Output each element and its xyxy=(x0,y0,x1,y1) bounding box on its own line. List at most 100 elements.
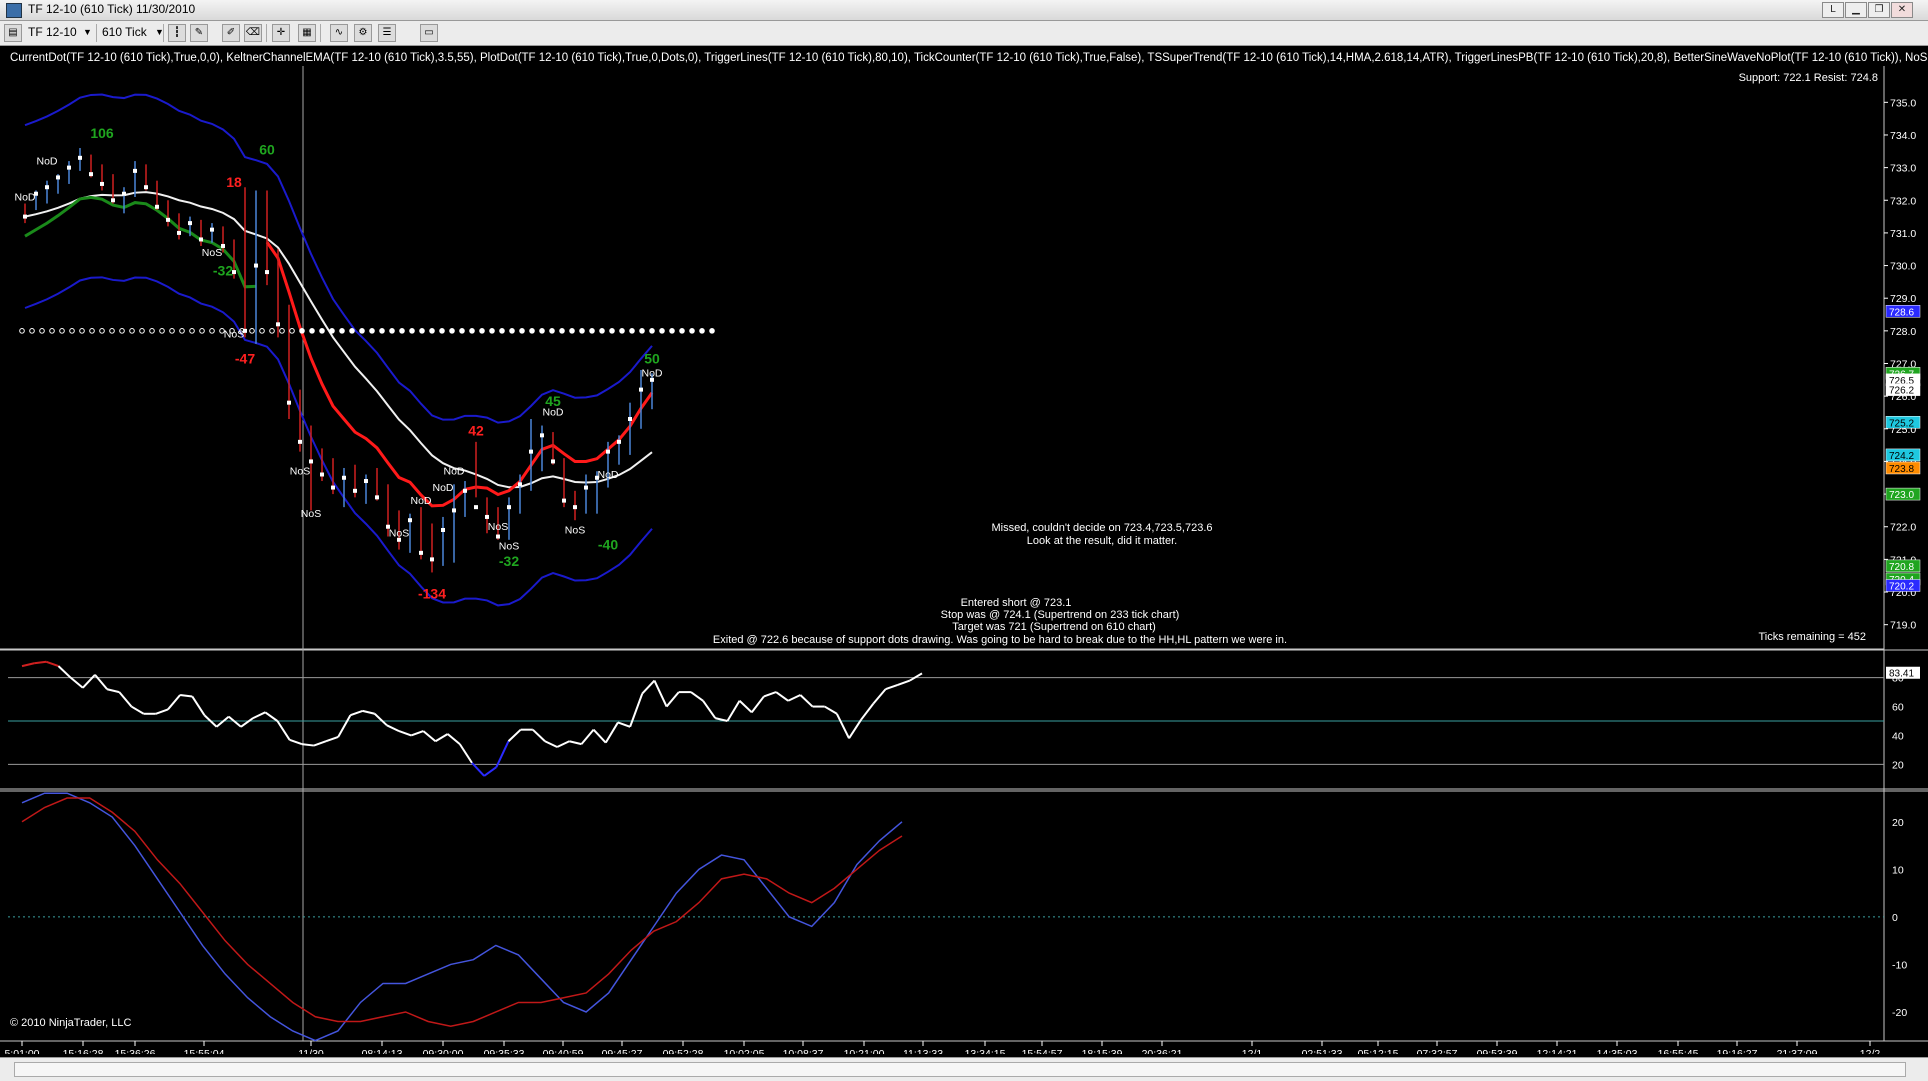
time-axis-label: 09:30:00 xyxy=(423,1048,464,1054)
note-trade-4: Exited @ 722.6 because of support dots d… xyxy=(713,634,1287,646)
strategies-icon[interactable]: ⚙ xyxy=(354,24,372,42)
support-dot xyxy=(559,328,565,334)
close-button[interactable]: ✕ xyxy=(1891,2,1913,18)
support-dot xyxy=(669,328,675,334)
close-marker xyxy=(496,534,500,539)
close-marker xyxy=(562,498,566,503)
support-dot xyxy=(629,328,635,334)
chart-annotation: NoD xyxy=(597,469,618,481)
chart-area[interactable]: 106 60 18 -32 -47 42 45 50 -134 -32 -40 NoD NoD NoS No… xyxy=(0,46,1928,1060)
price-axis-label: 733.0 xyxy=(1890,163,1916,175)
minimize-button[interactable]: ▁ xyxy=(1845,2,1867,18)
support-dot xyxy=(479,328,485,334)
chart-annotation: NoS xyxy=(565,524,585,536)
price-axis-label: 732.0 xyxy=(1890,195,1916,207)
time-axis-label: 12/2 xyxy=(1860,1048,1881,1054)
time-axis-label: 11:13:33 xyxy=(903,1048,943,1054)
time-axis-label: 15:36:26 xyxy=(115,1048,156,1054)
close-marker xyxy=(463,488,467,493)
close-marker xyxy=(320,472,324,477)
support-dot xyxy=(529,328,535,334)
time-axis-label: 16:55:45 xyxy=(1658,1048,1699,1054)
chart-annotation: -134 xyxy=(418,586,446,602)
crosshair-icon[interactable]: ✛ xyxy=(272,24,290,42)
support-dot xyxy=(679,328,685,334)
chart-menu-icon[interactable]: ▤ xyxy=(4,24,22,42)
time-axis-label: 10:08:37 xyxy=(783,1048,824,1054)
support-dot xyxy=(339,328,345,334)
scrollbar-thumb[interactable] xyxy=(14,1062,1906,1077)
bar-type-icon[interactable]: ┇ xyxy=(168,24,186,42)
interval-selector[interactable]: 610 Tick xyxy=(102,24,147,41)
time-axis-label: 09:35:33 xyxy=(484,1048,525,1054)
support-dot xyxy=(699,328,705,334)
time-axis-label: 15:55:04 xyxy=(184,1048,225,1054)
close-marker xyxy=(298,439,302,444)
note-missed-1: Missed, couldn't decide on 723.4,723.5,7… xyxy=(991,522,1212,534)
sine-axis-label: 20 xyxy=(1892,817,1904,829)
close-marker xyxy=(617,439,621,444)
chart-annotation: 60 xyxy=(259,142,275,158)
time-axis-label: 18:15:39 xyxy=(1082,1048,1123,1054)
trigger-axis-label: 40 xyxy=(1892,730,1904,742)
restore-small-icon[interactable]: L xyxy=(1822,2,1844,18)
close-marker xyxy=(342,475,346,480)
chart-annotation: NoS xyxy=(488,521,508,533)
chart-annotation: 42 xyxy=(468,422,484,438)
note-missed-2: Look at the result, did it matter. xyxy=(1027,535,1177,547)
data-box-icon[interactable]: ▦ xyxy=(298,24,316,42)
close-marker xyxy=(441,528,445,532)
support-dot xyxy=(329,328,335,334)
price-badge-label: 724.2 xyxy=(1889,451,1914,462)
note-trade-1: Entered short @ 723.1 xyxy=(961,597,1072,609)
close-marker xyxy=(166,217,170,222)
pencil-icon[interactable]: ✐ xyxy=(222,24,240,42)
close-marker xyxy=(518,482,522,487)
save-template-icon[interactable]: ▭ xyxy=(420,24,438,42)
properties-icon[interactable]: ☰ xyxy=(378,24,396,42)
chevron-down-icon[interactable]: ▼ xyxy=(83,24,92,41)
support-dot xyxy=(459,328,465,334)
time-axis-label: 14:35:03 xyxy=(1597,1048,1638,1054)
copyright-label: © 2010 NinjaTrader, LLC xyxy=(10,1017,131,1029)
close-marker xyxy=(45,185,49,190)
support-dot xyxy=(549,328,555,334)
chart-annotation: -32 xyxy=(213,262,233,278)
ticks-remaining-label: Ticks remaining = 452 xyxy=(1758,631,1866,643)
close-marker xyxy=(551,459,555,464)
price-badge-label: 723.8 xyxy=(1889,464,1914,475)
support-dot xyxy=(379,328,385,334)
close-marker xyxy=(89,172,93,177)
chart-annotation: -47 xyxy=(235,351,255,367)
support-dot xyxy=(689,328,695,334)
time-axis-label: 12/1 xyxy=(1242,1048,1263,1054)
chart-annotation: NoS xyxy=(301,508,321,520)
close-marker xyxy=(56,175,60,180)
close-marker xyxy=(639,387,643,392)
price-axis-label: 729.0 xyxy=(1890,293,1916,305)
restore-button[interactable]: ❐ xyxy=(1868,2,1890,18)
close-marker xyxy=(276,322,280,327)
instrument-selector[interactable]: TF 12-10 xyxy=(28,24,77,41)
close-marker xyxy=(122,191,126,196)
close-marker xyxy=(452,508,456,513)
time-axis-label: 21:37:09 xyxy=(1777,1048,1818,1054)
indicator-legend: CurrentDot(TF 12-10 (610 Tick),True,0,0)… xyxy=(10,52,1928,64)
support-dot xyxy=(399,328,405,334)
price-badge-label: 723.0 xyxy=(1889,490,1914,501)
time-axis-label: 12:14:21 xyxy=(1537,1048,1578,1054)
time-axis-label: 19:16:27 xyxy=(1717,1048,1758,1054)
chart-annotation: NoD xyxy=(443,466,464,478)
support-dot xyxy=(419,328,425,334)
close-marker xyxy=(353,488,357,493)
support-resist-label: Support: 722.1 Resist: 724.8 xyxy=(1739,72,1878,84)
support-dot xyxy=(659,328,665,334)
close-marker xyxy=(199,237,203,242)
price-axis-label: 719.0 xyxy=(1890,620,1916,632)
eraser-icon[interactable]: ⌫ xyxy=(244,24,262,42)
draw-tool-icon[interactable]: ✎ xyxy=(190,24,208,42)
indicators-icon[interactable]: ∿ xyxy=(330,24,348,42)
chart-annotation: 106 xyxy=(90,125,114,141)
horizontal-scrollbar[interactable] xyxy=(0,1057,1928,1081)
price-badge-label: 720.8 xyxy=(1889,562,1914,573)
